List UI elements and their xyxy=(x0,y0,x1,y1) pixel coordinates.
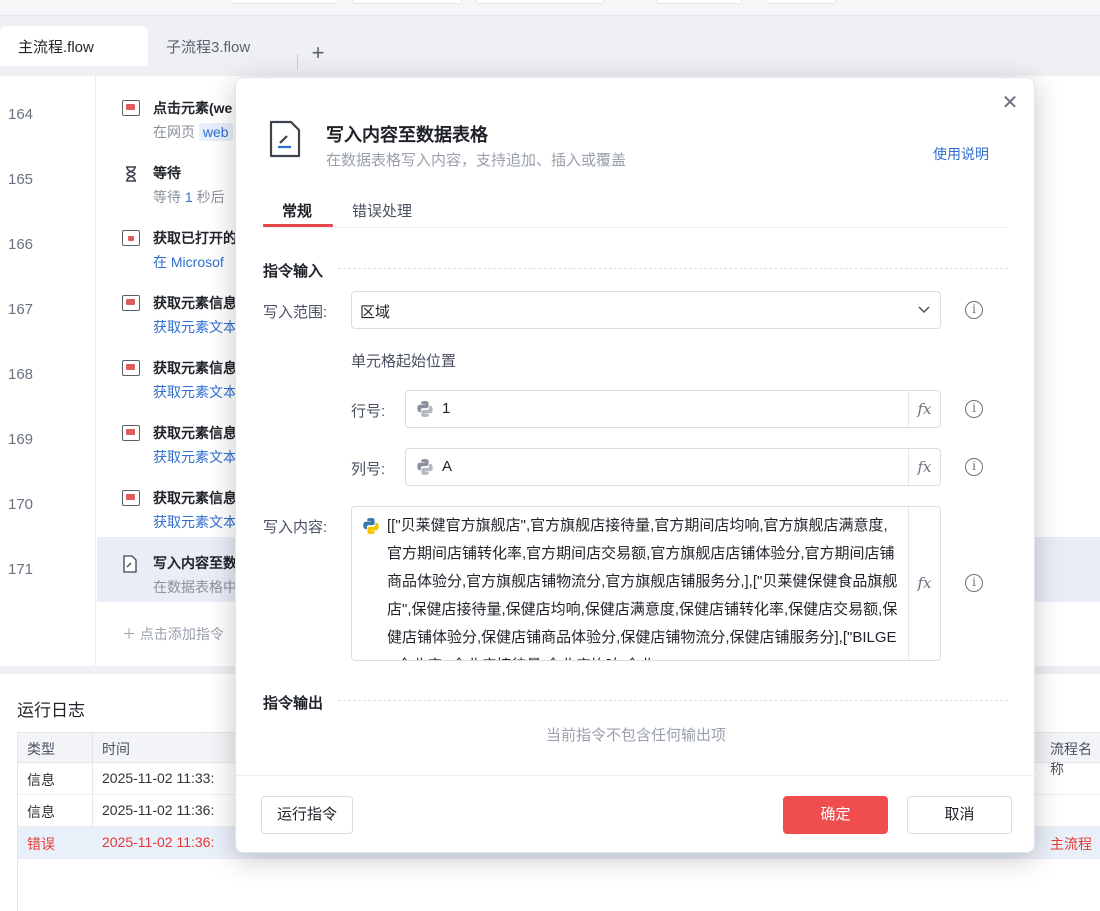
info-icon[interactable]: i xyxy=(965,574,983,592)
range-select-value: 区域 xyxy=(360,304,391,321)
log-time: 2025-11-02 11:36: xyxy=(102,802,215,818)
line-number: 165 xyxy=(8,171,34,188)
tab-subflow3[interactable]: 子流程3.flow xyxy=(148,26,298,66)
output-section-title: 指令输出 xyxy=(263,695,324,712)
line-gutter: 164 165 166 167 168 169 170 171 xyxy=(0,76,96,666)
chevron-down-icon xyxy=(918,306,930,314)
log-type: 信息 xyxy=(27,804,55,820)
log-type: 信息 xyxy=(27,772,55,788)
toolbar-button[interactable] xyxy=(766,0,836,4)
step-title: 获取元素信息 xyxy=(153,425,237,441)
step-subtitle: 在网页 web xyxy=(153,122,233,142)
hourglass-icon xyxy=(122,165,140,182)
content-label: 写入内容: xyxy=(263,519,328,536)
click-element-icon xyxy=(122,100,140,116)
add-step-button[interactable]: ＋ 点击添加指令 xyxy=(122,624,224,644)
step-title: 等待 xyxy=(153,165,181,181)
range-label: 写入范围: xyxy=(263,304,328,321)
write-sheet-dialog: ✕ 写入内容至数据表格 在数据表格写入内容，支持追加、插入或覆盖 使用说明 常规… xyxy=(235,77,1036,853)
step-subtitle: 获取元素文本 xyxy=(153,384,237,400)
section-divider xyxy=(338,268,1008,269)
tab-divider xyxy=(297,54,298,70)
step-title: 获取元素信息 xyxy=(153,490,237,506)
info-icon[interactable]: i xyxy=(965,400,983,418)
step-title: 获取已打开的 xyxy=(153,230,237,246)
fx-button[interactable]: fx xyxy=(908,449,940,485)
log-time: 2025-11-02 11:36: xyxy=(102,834,215,850)
tab-main-flow[interactable]: 主流程.flow xyxy=(0,26,148,66)
element-info-icon xyxy=(122,295,140,311)
cell-start-label: 单元格起始位置 xyxy=(351,353,457,370)
step-subtitle: 获取元素文本 xyxy=(153,319,237,335)
line-number: 170 xyxy=(8,496,34,513)
log-flow: 主流程 xyxy=(1050,836,1092,852)
step-title: 获取元素信息 xyxy=(153,295,237,311)
log-title: 运行日志 xyxy=(17,701,85,720)
step-subtitle: 等待 1 秒后 xyxy=(153,189,225,205)
line-number: 168 xyxy=(8,366,34,383)
row-input[interactable]: 1 fx xyxy=(405,390,941,428)
element-info-icon xyxy=(122,490,140,506)
col-label: 列号: xyxy=(351,461,386,478)
step-subtitle: 在数据表格中 xyxy=(153,579,237,595)
log-type: 错误 xyxy=(27,836,55,852)
python-icon xyxy=(417,459,433,475)
row-label: 行号: xyxy=(351,403,386,420)
log-time: 2025-11-02 11:33: xyxy=(102,770,215,786)
row-value: 1 xyxy=(442,400,451,417)
col-header-time: 时间 xyxy=(102,741,130,757)
col-input[interactable]: A fx xyxy=(405,448,941,486)
section-divider xyxy=(338,700,1008,701)
close-icon[interactable]: ✕ xyxy=(1001,93,1019,113)
step-title: 点击元素(we xyxy=(153,100,233,116)
element-info-icon xyxy=(122,360,140,376)
line-number: 169 xyxy=(8,431,34,448)
element-info-icon xyxy=(122,425,140,441)
dialog-title: 写入内容至数据表格 xyxy=(326,125,488,145)
python-icon xyxy=(417,401,433,417)
step-title: 写入内容至数 xyxy=(153,555,237,571)
no-output-text: 当前指令不包含任何输出项 xyxy=(545,727,726,744)
step-subtitle: 获取元素文本 xyxy=(153,514,237,530)
toolbar-button[interactable] xyxy=(230,0,338,4)
cancel-button[interactable]: 取消 xyxy=(907,796,1012,834)
line-number: 166 xyxy=(8,236,34,253)
tab-general[interactable]: 常规 xyxy=(282,200,312,221)
line-number: 167 xyxy=(8,301,34,318)
top-toolbar-strip xyxy=(0,0,1100,16)
col-header-type: 类型 xyxy=(27,741,55,757)
fx-button[interactable]: fx xyxy=(908,507,940,660)
active-tab-indicator xyxy=(263,224,333,227)
dialog-description: 在数据表格写入内容，支持追加、插入或覆盖 xyxy=(326,152,627,169)
col-value: A xyxy=(442,458,453,475)
document-edit-icon xyxy=(268,120,302,158)
content-textarea[interactable]: [["贝莱健官方旗舰店",官方旗舰店接待量,官方期间店均响,官方旗舰店满意度,官… xyxy=(351,506,941,661)
tab-error-handling[interactable]: 错误处理 xyxy=(352,200,412,221)
step-title: 获取元素信息 xyxy=(153,360,237,376)
write-sheet-icon xyxy=(122,555,140,573)
dialog-tabs: 常规 错误处理 xyxy=(263,196,1008,228)
toolbar-button[interactable] xyxy=(476,0,604,4)
confirm-button[interactable]: 确定 xyxy=(783,796,888,834)
help-link[interactable]: 使用说明 xyxy=(933,144,989,164)
input-section-title: 指令输入 xyxy=(263,263,324,280)
python-icon xyxy=(363,518,379,534)
run-step-button[interactable]: 运行指令 xyxy=(261,796,353,834)
line-number: 171 xyxy=(8,561,34,578)
add-tab-button[interactable]: + xyxy=(306,42,330,66)
info-icon[interactable]: i xyxy=(965,301,983,319)
window-icon xyxy=(122,230,140,246)
toolbar-button[interactable] xyxy=(656,0,742,4)
step-subtitle: 获取元素文本 xyxy=(153,449,237,465)
step-subtitle: 在 Microsof xyxy=(153,254,224,270)
info-icon[interactable]: i xyxy=(965,458,983,476)
toolbar-button[interactable] xyxy=(352,0,462,4)
line-number: 164 xyxy=(8,106,34,123)
footer-divider xyxy=(236,775,1036,776)
range-select[interactable]: 区域 xyxy=(351,291,941,329)
file-tab-bar: 主流程.flow 子流程3.flow + xyxy=(0,16,1100,76)
fx-button[interactable]: fx xyxy=(908,391,940,427)
content-value: [["贝莱健官方旗舰店",官方旗舰店接待量,官方期间店均响,官方旗舰店满意度,官… xyxy=(387,517,898,660)
